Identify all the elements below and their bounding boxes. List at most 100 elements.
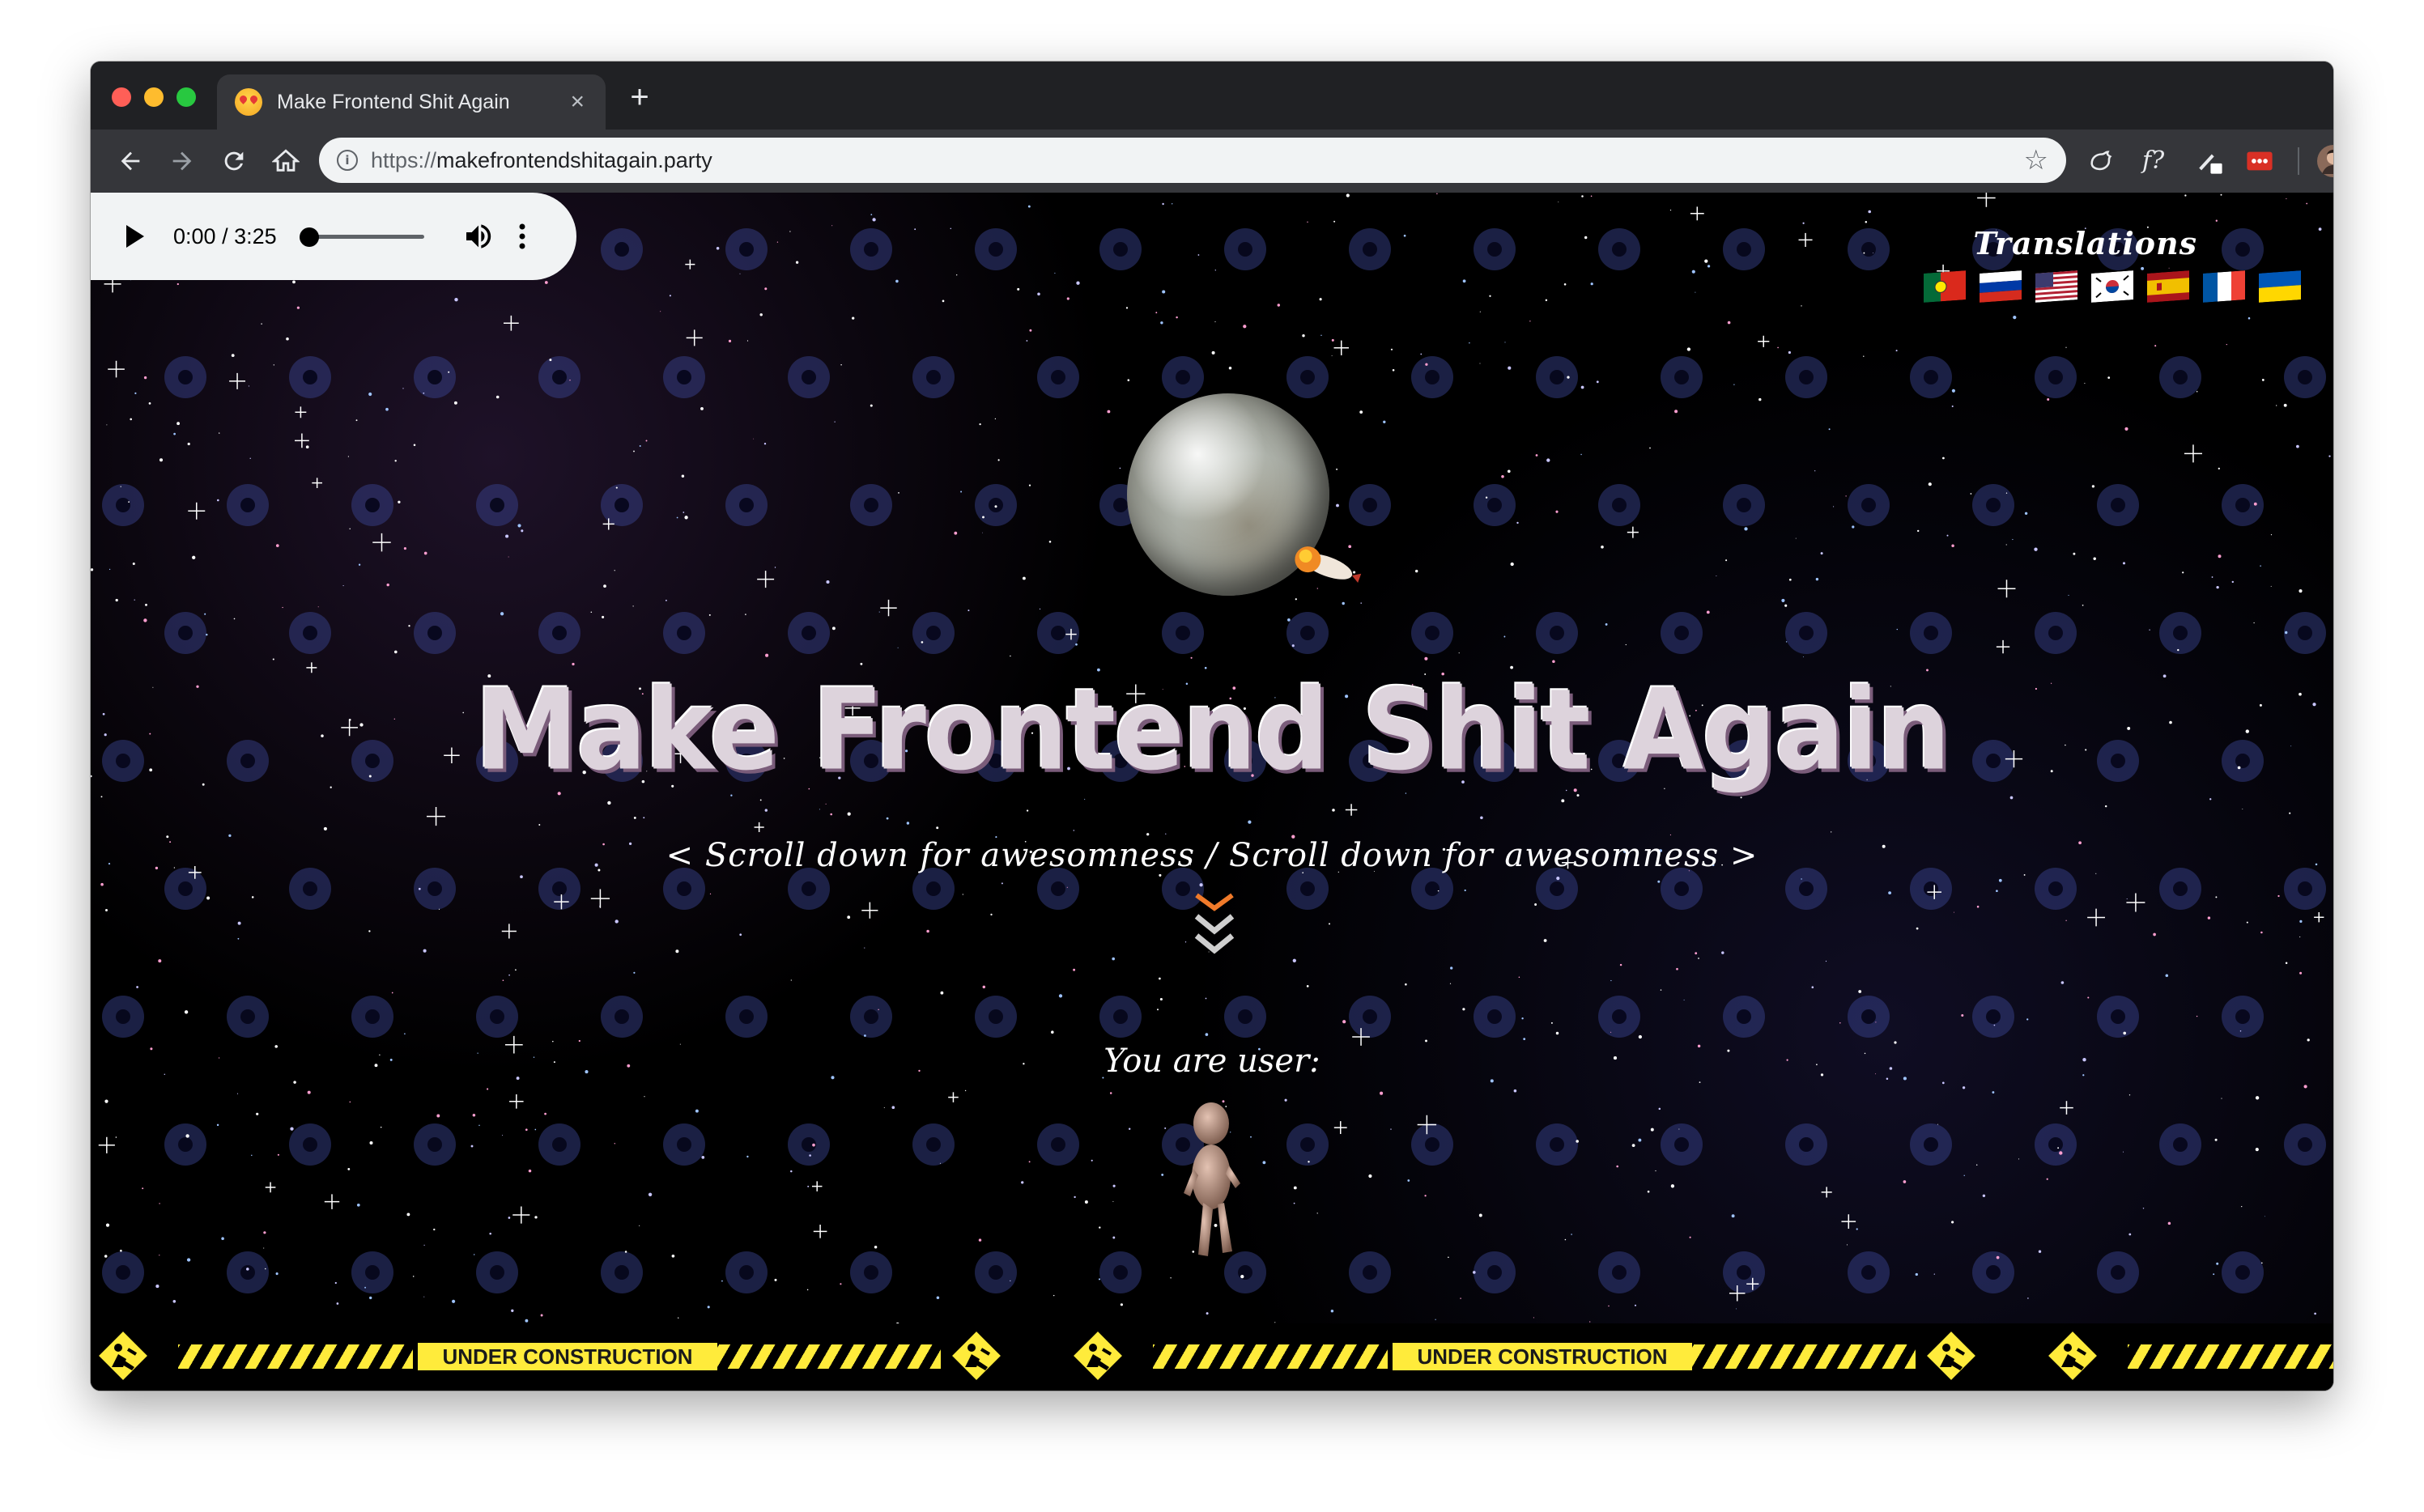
star	[1706, 610, 1710, 614]
address-bar[interactable]: https://makefrontendshitagain.party ☆	[319, 138, 2066, 183]
extension-cat-icon[interactable]	[2087, 147, 2115, 175]
star	[2124, 427, 2128, 431]
star	[2168, 267, 2170, 269]
star	[1649, 447, 1651, 449]
star	[1328, 923, 1331, 925]
under-construction-label: UNDER CONSTRUCTION	[1393, 1343, 1692, 1370]
star	[764, 287, 768, 291]
star	[906, 822, 910, 825]
star	[1852, 525, 1855, 529]
star	[1480, 816, 1483, 820]
flag-ukraine-icon[interactable]	[2259, 270, 2301, 303]
star	[774, 1278, 777, 1281]
volume-icon[interactable]	[461, 220, 495, 253]
star	[1691, 270, 1695, 274]
star	[502, 979, 504, 982]
bookmark-star-icon[interactable]: ☆	[2024, 144, 2048, 176]
star	[942, 299, 945, 303]
chevron-down-icon[interactable]	[1192, 890, 1237, 960]
star	[256, 1112, 259, 1115]
star	[1211, 350, 1215, 355]
sparkle-star	[757, 571, 775, 588]
star	[1744, 527, 1748, 531]
star	[1915, 1272, 1918, 1276]
star	[1601, 545, 1604, 549]
star	[406, 1213, 410, 1217]
star	[1781, 598, 1785, 602]
extension-pen-icon[interactable]	[2196, 147, 2223, 175]
audio-seek-thumb[interactable]	[299, 227, 319, 247]
star	[1993, 1024, 1996, 1026]
star	[192, 555, 196, 559]
star	[979, 423, 981, 426]
star	[155, 1285, 159, 1289]
star	[293, 1081, 296, 1084]
sparkle-star	[372, 533, 391, 552]
star	[2196, 390, 2198, 393]
profile-avatar[interactable]	[2317, 145, 2333, 177]
star	[2255, 1148, 2259, 1152]
star	[1581, 195, 1584, 197]
star	[391, 992, 393, 994]
star	[1638, 1138, 1642, 1142]
star	[472, 1113, 476, 1117]
star	[994, 505, 997, 508]
star	[1976, 905, 1980, 908]
star	[380, 1126, 382, 1128]
browser-tab[interactable]: Make Frontend Shit Again ×	[217, 74, 606, 130]
star	[578, 1039, 580, 1043]
star	[2167, 1221, 2171, 1225]
flag-france-icon[interactable]	[2203, 270, 2245, 303]
star	[2260, 931, 2263, 934]
star	[418, 887, 421, 890]
maximize-window-button[interactable]	[176, 87, 196, 107]
audio-options-menu-icon[interactable]	[518, 223, 526, 250]
star	[148, 402, 151, 405]
star	[1917, 529, 1920, 533]
star	[1462, 279, 1466, 283]
star	[1811, 986, 1814, 988]
sparkle-star	[685, 259, 695, 270]
minimize-window-button[interactable]	[144, 87, 164, 107]
star	[159, 458, 164, 462]
star	[2260, 1262, 2263, 1264]
flag-russia-icon[interactable]	[1980, 270, 2022, 303]
extension-red-badge-icon[interactable]	[2246, 147, 2273, 175]
sparkle-star	[1997, 580, 2016, 598]
star	[1342, 1020, 1346, 1024]
flag-spain-icon[interactable]	[2147, 270, 2189, 303]
star	[1571, 1234, 1572, 1235]
star	[1777, 346, 1779, 349]
star	[1420, 353, 1423, 355]
star	[1159, 997, 1163, 1001]
star	[1928, 482, 1932, 486]
audio-seek-slider[interactable]	[299, 227, 424, 247]
star	[1028, 484, 1031, 486]
star	[275, 544, 279, 547]
flag-usa-icon[interactable]	[2035, 270, 2077, 303]
star	[1856, 1228, 1858, 1230]
flag-south-korea-icon[interactable]	[2091, 270, 2133, 303]
reload-button[interactable]	[212, 139, 256, 183]
star	[495, 395, 500, 399]
play-icon[interactable]	[126, 225, 144, 248]
star	[826, 580, 830, 584]
url-text[interactable]: https://makefrontendshitagain.party	[371, 148, 2024, 173]
info-icon[interactable]	[337, 150, 358, 171]
star	[708, 614, 711, 616]
flag-portugal-icon[interactable]	[1924, 270, 1966, 303]
home-button[interactable]	[264, 139, 308, 183]
tab-close-icon[interactable]: ×	[570, 90, 585, 114]
star	[433, 1228, 436, 1231]
sparkle-star	[1417, 1115, 1437, 1135]
star	[520, 875, 523, 879]
forward-button[interactable]	[160, 139, 204, 183]
new-tab-button[interactable]: +	[622, 79, 657, 115]
star	[184, 1010, 189, 1014]
extension-function-icon[interactable]: f?	[2142, 147, 2170, 175]
star	[1109, 1092, 1112, 1094]
back-button[interactable]	[108, 139, 152, 183]
star	[2091, 485, 2095, 488]
close-window-button[interactable]	[112, 87, 131, 107]
star	[2328, 455, 2331, 457]
